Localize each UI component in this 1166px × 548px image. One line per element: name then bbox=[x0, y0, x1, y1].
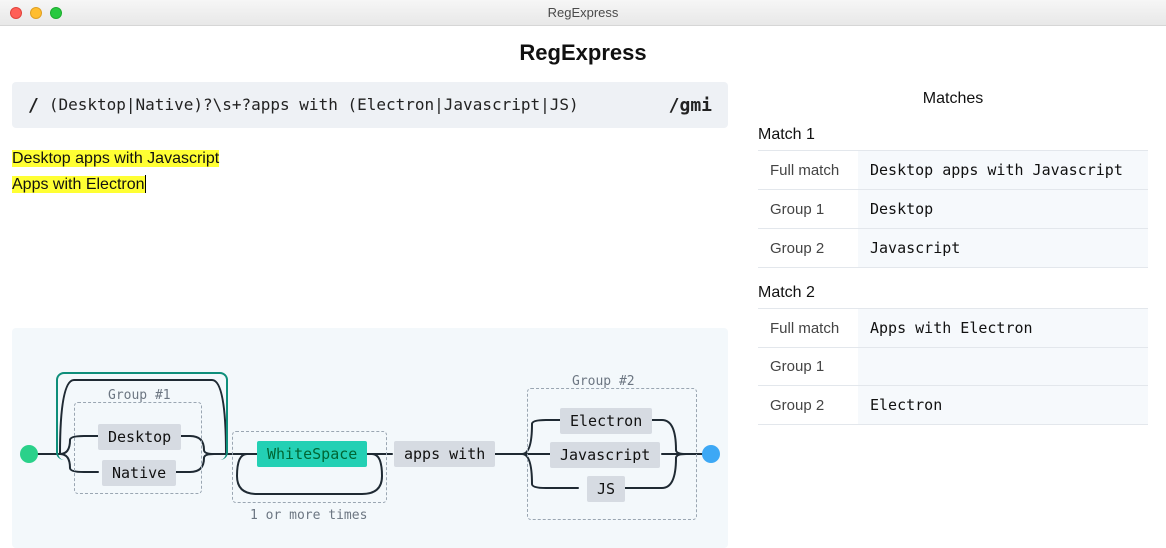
test-string-input[interactable]: Desktop apps with Javascript Apps with E… bbox=[12, 146, 728, 199]
match-value: Desktop bbox=[858, 190, 1148, 229]
match-label: Group 2 bbox=[758, 229, 858, 268]
zoom-icon[interactable] bbox=[50, 7, 62, 19]
table-row: Group 1Desktop bbox=[758, 190, 1148, 229]
table-row: Group 1 bbox=[758, 348, 1148, 386]
match-value: Apps with Electron bbox=[858, 309, 1148, 348]
window-titlebar: RegExpress bbox=[0, 0, 1166, 26]
group2-label: Group #2 bbox=[572, 374, 635, 389]
match-block: Match 1 Full matchDesktop apps with Java… bbox=[758, 126, 1148, 268]
group2-option: Electron bbox=[560, 408, 652, 434]
group2-option: JS bbox=[587, 476, 625, 502]
matches-heading: Matches bbox=[758, 90, 1148, 108]
match-value bbox=[858, 348, 1148, 386]
match-value: Desktop apps with Javascript bbox=[858, 151, 1148, 190]
whitespace-node: WhiteSpace bbox=[257, 441, 367, 467]
matches-panel: Matches Match 1 Full matchDesktop apps w… bbox=[740, 82, 1166, 548]
repeat-note: 1 or more times bbox=[250, 508, 367, 523]
match-value: Javascript bbox=[858, 229, 1148, 268]
regex-pattern-input[interactable]: (Desktop|Native)?\s+?apps with (Electron… bbox=[49, 95, 659, 115]
close-icon[interactable] bbox=[10, 7, 22, 19]
group2-option: Javascript bbox=[550, 442, 660, 468]
regex-input-bar[interactable]: / (Desktop|Native)?\s+?apps with (Electr… bbox=[12, 82, 728, 128]
table-row: Group 2Javascript bbox=[758, 229, 1148, 268]
window-controls bbox=[10, 7, 62, 19]
table-row: Full matchApps with Electron bbox=[758, 309, 1148, 348]
match-block: Match 2 Full matchApps with Electron Gro… bbox=[758, 284, 1148, 425]
match-label: Full match bbox=[758, 151, 858, 190]
table-row: Group 2Electron bbox=[758, 386, 1148, 425]
app-title: RegExpress bbox=[0, 40, 1166, 66]
match-table: Full matchApps with Electron Group 1 Gro… bbox=[758, 308, 1148, 425]
diagram-start-icon bbox=[20, 445, 38, 463]
text-caret bbox=[145, 175, 146, 193]
table-row: Full matchDesktop apps with Javascript bbox=[758, 151, 1148, 190]
regex-flags[interactable]: /gmi bbox=[669, 95, 712, 116]
minimize-icon[interactable] bbox=[30, 7, 42, 19]
highlighted-match: Apps with Electron bbox=[12, 176, 145, 193]
match-table: Full matchDesktop apps with Javascript G… bbox=[758, 150, 1148, 268]
match-value: Electron bbox=[858, 386, 1148, 425]
match-label: Group 1 bbox=[758, 190, 858, 229]
literal-node: apps with bbox=[394, 441, 495, 467]
group1-option: Native bbox=[102, 460, 176, 486]
match-subheading: Match 1 bbox=[758, 126, 1148, 144]
regex-railroad-diagram: Group #1 Desktop Native WhiteSpace 1 or … bbox=[12, 328, 728, 548]
match-label: Group 2 bbox=[758, 386, 858, 425]
regex-delimiter-open: / bbox=[28, 95, 39, 116]
highlighted-match: Desktop apps with Javascript bbox=[12, 150, 219, 167]
group1-option: Desktop bbox=[98, 424, 181, 450]
window-title: RegExpress bbox=[0, 5, 1166, 20]
diagram-end-icon bbox=[702, 445, 720, 463]
match-label: Full match bbox=[758, 309, 858, 348]
group1-label: Group #1 bbox=[108, 388, 171, 403]
match-label: Group 1 bbox=[758, 348, 858, 386]
match-subheading: Match 2 bbox=[758, 284, 1148, 302]
